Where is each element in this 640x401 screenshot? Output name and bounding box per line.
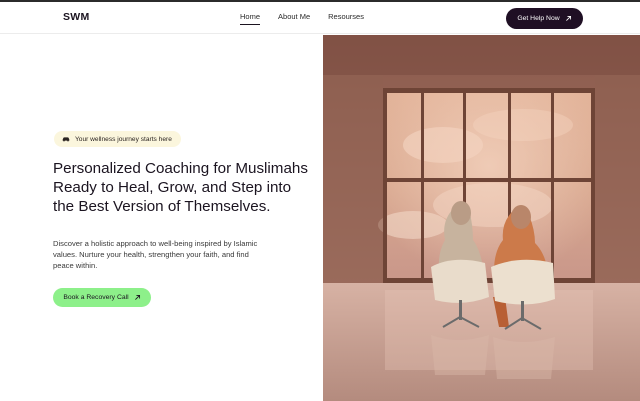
- nav-item-home[interactable]: Home: [240, 12, 261, 25]
- hero-description: Discover a holistic approach to well-bei…: [53, 239, 258, 270]
- book-recovery-call-label: Book a Recovery Call: [63, 294, 129, 301]
- nav-item-resources[interactable]: Resourses: [328, 12, 364, 25]
- nav-item-about-me[interactable]: About Me: [278, 12, 310, 25]
- site-header: SWM Home About Me Resourses Get Help Now: [0, 2, 640, 34]
- wellness-badge: Your wellness journey starts here: [54, 131, 181, 147]
- main-nav: Home About Me Resourses: [240, 12, 364, 25]
- get-help-now-button[interactable]: Get Help Now: [506, 8, 583, 29]
- get-help-now-label: Get Help Now: [517, 15, 560, 22]
- arrow-up-right-icon: [565, 15, 571, 21]
- arrow-up-right-icon: [134, 294, 140, 300]
- logo[interactable]: SWM: [63, 11, 90, 23]
- badge-text: Your wellness journey starts here: [75, 135, 172, 143]
- hero-image: [323, 35, 640, 401]
- car-icon: [62, 137, 70, 142]
- book-recovery-call-button[interactable]: Book a Recovery Call: [53, 288, 151, 307]
- hero-headline: Personalized Coaching for Muslimahs Read…: [53, 160, 308, 216]
